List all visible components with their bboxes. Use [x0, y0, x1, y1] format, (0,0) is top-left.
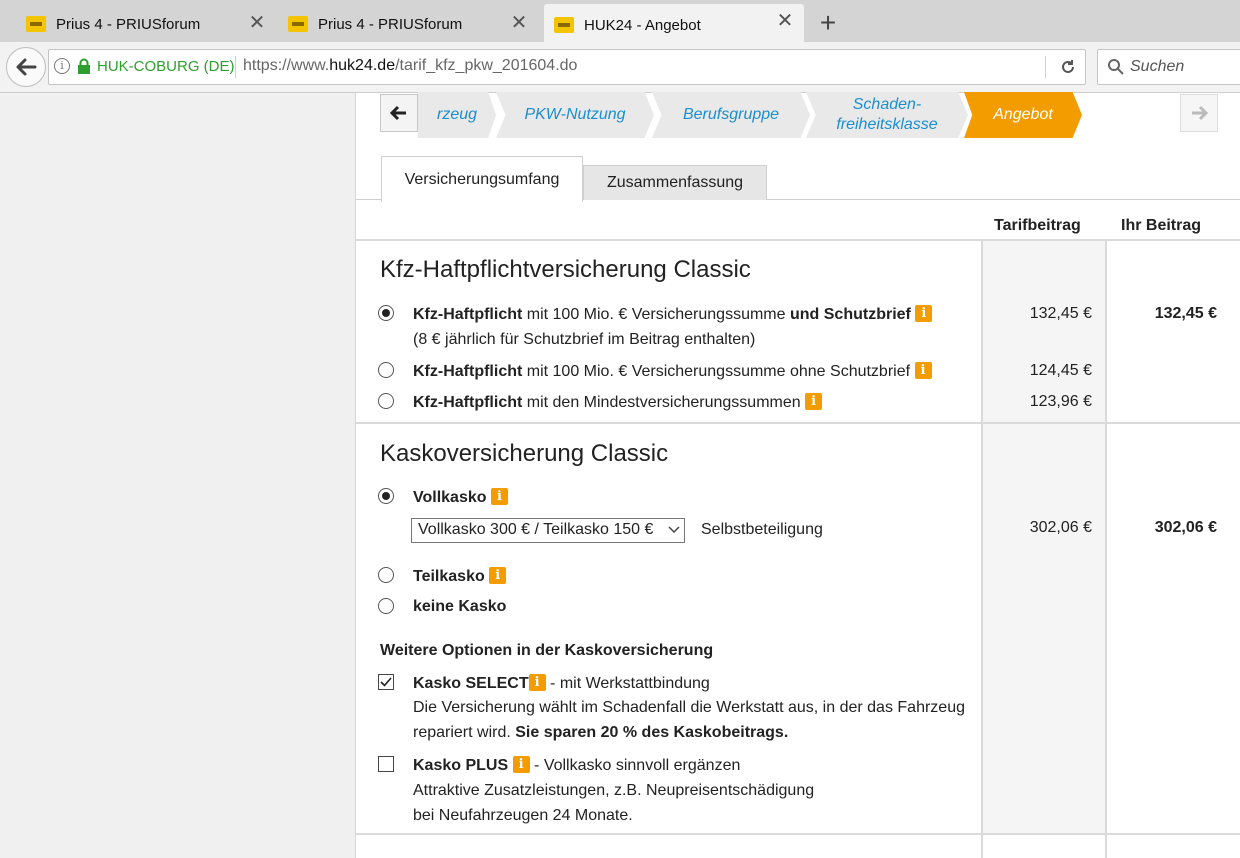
checkbox-kasko-plus[interactable]	[378, 756, 394, 772]
info-icon[interactable]: i	[915, 305, 933, 322]
checkbox-kasko-select[interactable]	[378, 674, 394, 690]
tarif-price: 123,96 €	[1029, 393, 1092, 410]
kasko-select-desc: Die Versicherung wählt im Schadenfall di…	[413, 699, 965, 716]
close-icon[interactable]: ✕	[510, 13, 528, 33]
step-label: Angebot	[993, 106, 1053, 123]
site-identity: HUK-COBURG (DE)	[97, 58, 235, 75]
kasko-select-desc: repariert wird. Sie sparen 20 % des Kask…	[413, 724, 789, 741]
divider	[356, 833, 1240, 835]
divider	[356, 422, 1240, 424]
option-kasko-plus: Kasko PLUS i - Vollkasko sinnvoll ergänz…	[413, 756, 741, 774]
tarif-price: 124,45 €	[1029, 362, 1092, 379]
url-text[interactable]: https://www.huk24.de/tarif_kfz_pkw_20160…	[243, 57, 577, 75]
checkmark-icon	[380, 677, 392, 687]
divider	[235, 56, 236, 78]
lock-icon	[78, 58, 90, 74]
section-title-kasko: Kaskoversicherung Classic	[380, 440, 669, 467]
radio-keine-kasko[interactable]	[378, 598, 394, 614]
option-note: (8 € jährlich für Schutzbrief im Beitrag…	[413, 331, 756, 348]
divider	[1105, 239, 1107, 858]
search-bar[interactable]: Suchen	[1097, 49, 1240, 85]
new-tab-icon[interactable]: +	[814, 8, 842, 38]
browser-tab-active[interactable]: HUK24 - Angebot ✕	[544, 4, 804, 46]
tab-label: Zusammenfassung	[606, 174, 744, 191]
divider	[356, 239, 1240, 241]
reload-icon[interactable]	[1059, 58, 1077, 76]
tarif-price: 302,06 €	[1029, 519, 1092, 536]
chevron-down-icon	[668, 526, 680, 534]
info-icon[interactable]: i	[512, 756, 530, 773]
selbstbeteiligung-select[interactable]: Vollkasko 300 € / Teilkasko 150 €	[411, 518, 685, 543]
selbstbeteiligung-label: Selbstbeteiligung	[701, 521, 823, 538]
step-pkw-nutzung[interactable]: PKW-Nutzung	[496, 92, 654, 138]
favicon-icon	[26, 16, 46, 32]
step-label: Schaden-	[852, 96, 922, 113]
page-left-margin	[0, 93, 355, 858]
favicon-icon	[554, 17, 574, 33]
section-title-haftpflicht: Kfz-Haftpflichtversicherung Classic	[380, 256, 751, 283]
tarif-price: 132,45 €	[1029, 305, 1092, 322]
main-content	[355, 93, 1240, 858]
favicon-icon	[288, 16, 308, 32]
option-keine-kasko: keine Kasko	[413, 598, 507, 615]
next-step-button[interactable]	[1180, 94, 1218, 132]
arrow-left-icon	[390, 105, 406, 121]
weitere-optionen-title: Weitere Optionen in der Kaskoversicherun…	[380, 642, 714, 659]
kasko-plus-desc: bei Neufahrzeugen 24 Monate.	[413, 807, 633, 824]
url-bar[interactable]: i HUK-COBURG (DE) https://www.huk24.de/t…	[48, 49, 1086, 85]
search-icon	[1108, 59, 1124, 75]
ihr-beitrag-price: 132,45 €	[1154, 305, 1217, 322]
back-arrow-icon	[16, 58, 37, 76]
browser-tab[interactable]: Prius 4 - PRIUSforum ✕	[26, 6, 276, 42]
option-haftpflicht-schutzbrief: Kfz-Haftpflicht mit 100 Mio. € Versicher…	[413, 305, 933, 324]
tab-versicherungsumfang[interactable]: Versicherungsumfang	[381, 156, 583, 202]
radio-haftpflicht-ohne-schutzbrief[interactable]	[378, 362, 394, 378]
column-header-ihr-beitrag: Ihr Beitrag	[1121, 217, 1202, 234]
divider	[1045, 56, 1046, 78]
info-icon[interactable]: i	[805, 393, 823, 410]
tab-title: HUK24 - Angebot	[584, 16, 701, 34]
step-fahrzeug[interactable]: rzeug	[418, 92, 496, 138]
step-label: rzeug	[436, 106, 478, 123]
info-icon[interactable]: i	[914, 362, 932, 379]
step-label: PKW-Nutzung	[524, 106, 626, 123]
radio-teilkasko[interactable]	[378, 567, 394, 583]
info-icon[interactable]: i	[489, 567, 507, 584]
step-berufsgruppe[interactable]: Berufsgruppe	[652, 92, 810, 138]
step-label: Berufsgruppe	[682, 106, 780, 123]
select-value: Vollkasko 300 € / Teilkasko 150 €	[418, 521, 654, 538]
search-placeholder: Suchen	[1130, 58, 1185, 75]
ihr-beitrag-price: 302,06 €	[1154, 519, 1217, 536]
tab-title: Prius 4 - PRIUSforum	[56, 15, 201, 33]
prev-step-button[interactable]	[380, 94, 418, 132]
option-haftpflicht-ohne-schutzbrief: Kfz-Haftpflicht mit 100 Mio. € Versicher…	[413, 362, 932, 381]
close-icon[interactable]: ✕	[776, 11, 794, 31]
info-icon[interactable]: i	[528, 674, 546, 691]
step-schadenfreiheitsklasse[interactable]: Schaden- freiheitsklasse	[806, 92, 968, 138]
radio-haftpflicht-mindest[interactable]	[378, 393, 394, 409]
arrow-right-icon	[1192, 105, 1208, 121]
radio-vollkasko[interactable]	[378, 488, 394, 504]
info-circle-icon[interactable]: i	[54, 58, 70, 74]
option-kasko-select: Kasko SELECT i - mit Werkstattbindung	[413, 674, 710, 692]
option-haftpflicht-mindest: Kfz-Haftpflicht mit den Mindestversicher…	[413, 393, 823, 412]
option-vollkasko: Vollkasko i	[413, 488, 508, 507]
tab-label: Versicherungsumfang	[404, 170, 560, 188]
option-teilkasko: Teilkasko i	[413, 567, 507, 586]
divider	[983, 422, 1105, 424]
tab-title: Prius 4 - PRIUSforum	[318, 15, 463, 33]
kasko-plus-desc: Attraktive Zusatzleistungen, z.B. Neupre…	[413, 782, 815, 799]
step-label: freiheitsklasse	[836, 116, 938, 133]
tab-zusammenfassung[interactable]: Zusammenfassung	[583, 165, 767, 200]
browser-tab[interactable]: Prius 4 - PRIUSforum ✕	[288, 6, 538, 42]
info-icon[interactable]: i	[490, 488, 508, 505]
radio-haftpflicht-schutzbrief[interactable]	[378, 305, 394, 321]
column-header-tarifbeitrag: Tarifbeitrag	[994, 217, 1081, 234]
close-icon[interactable]: ✕	[248, 13, 266, 33]
back-button[interactable]	[6, 47, 46, 87]
step-angebot[interactable]: Angebot	[964, 92, 1082, 138]
